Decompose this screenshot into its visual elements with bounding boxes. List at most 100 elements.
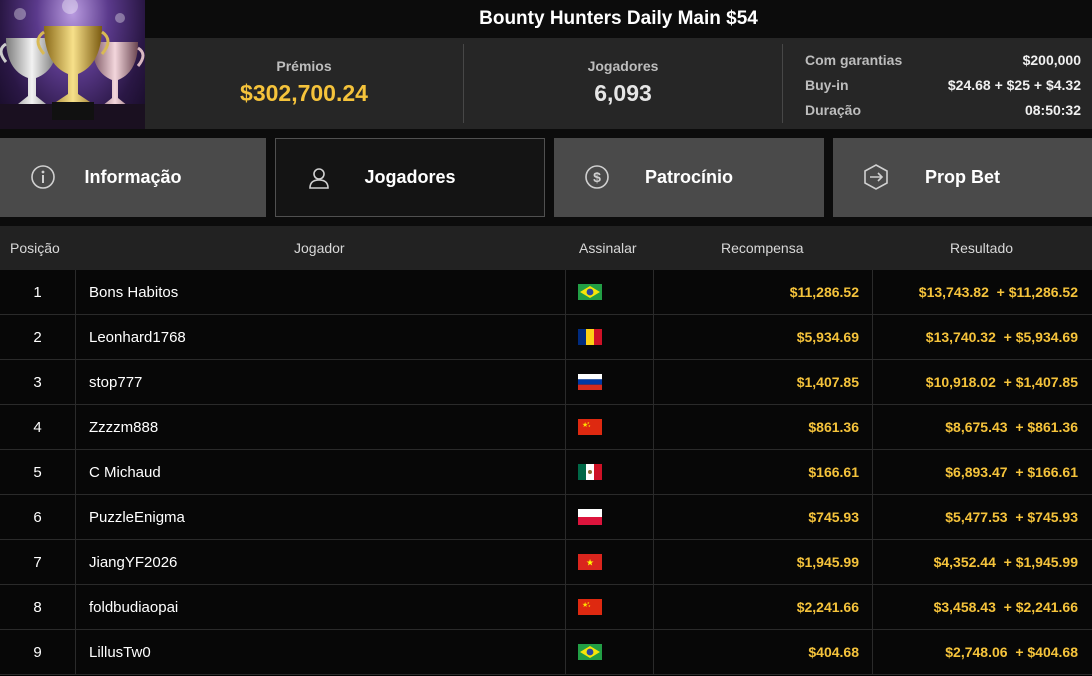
row-flag [578,630,602,674]
flag-mx-icon [578,464,602,480]
column-header-reward[interactable]: Recompensa [721,240,804,256]
table-row[interactable]: 2 Leonhard1768 $5,934.69 $13,740.32 + $5,93… [0,315,1092,360]
row-reward: $745.93 [808,509,859,525]
tab-patrocinio[interactable]: $ Patrocínio [554,138,824,217]
row-player-name[interactable]: JiangYF2026 [89,540,559,584]
stats-panel: Prémios $302,700.24 Jogadores 6,093 Com … [145,38,1092,129]
column-divider [75,450,76,494]
prop-bet-icon [864,164,888,190]
prizes-value: $302,700.24 [240,80,368,106]
row-reward: $11,286.52 [789,284,859,300]
column-divider [75,630,76,674]
row-reward: $2,241.66 [796,599,859,615]
tab-informacao[interactable]: Informação [0,138,266,217]
row-player-name[interactable]: stop777 [89,360,559,404]
tournament-header: Bounty Hunters Daily Main $54 Prémios $3… [0,0,1092,129]
row-result: $13,740.32 + $5,934.69 [925,329,1078,345]
row-result: $6,893.47 + $166.61 [945,464,1078,480]
row-flag: ★ [578,540,602,584]
column-divider [75,540,76,584]
column-header-position[interactable]: Posição [10,240,60,256]
row-result: $5,477.53 + $745.93 [945,509,1078,525]
row-result: $8,675.43 + $861.36 [945,419,1078,435]
column-divider [565,315,566,359]
table-row[interactable]: 1 Bons Habitos $11,286.52 $13,743.82 + $11,… [0,270,1092,315]
svg-text:★: ★ [588,424,591,428]
table-row[interactable]: 9 LillusTw0 $404.68 $2,748.06 + $404.68 [0,630,1092,675]
row-player-name[interactable]: C Michaud [89,450,559,494]
table-row[interactable]: 3 stop777 $1,407.85 $10,918.02 + $1,407.85 [0,360,1092,405]
row-result: $3,458.43 + $2,241.66 [933,599,1078,615]
players-label: Jogadores [587,58,659,74]
column-divider [75,315,76,359]
row-flag [578,315,602,359]
row-position: 3 [33,373,42,391]
row-position: 1 [33,283,42,301]
detail-value: 08:50:32 [1024,101,1081,118]
row-position: 7 [33,553,42,571]
row-result: $4,352.44 + $1,945.99 [933,554,1078,570]
row-flag: ★ ★ ★ [578,585,602,629]
table-row[interactable]: 6 PuzzleEnigma $745.93 $5,477.53 + $745.93 [0,495,1092,540]
row-position: 4 [33,418,42,436]
tab-jogadores[interactable]: Jogadores [275,138,545,217]
flag-ro-icon [578,329,602,345]
column-divider [75,495,76,539]
flag-cn-icon: ★★★ [578,599,602,615]
tournament-title: Bounty Hunters Daily Main $54 [145,0,1092,38]
trophy-icon [0,0,145,129]
flag-cn-icon: ★★★ [578,419,602,435]
prizes-stat: Prémios $302,700.24 [145,38,463,129]
row-player-name[interactable]: Zzzzm888 [89,405,559,449]
tab-bar: Informação Jogadores $ Patrocínio Prop B… [0,129,1092,226]
row-result: $13,743.82 + $11,286.52 [918,284,1078,300]
table-row[interactable]: 4 Zzzzm888 ★ ★ ★ $861.36 $8,675.43 + $861.36 [0,405,1092,450]
table-header: Posição Jogador Assinalar Recompensa Res… [0,226,1092,270]
row-position: 5 [33,463,42,481]
column-divider [565,585,566,629]
svg-text:★: ★ [588,604,591,608]
table-row[interactable]: 8 foldbudiaopai ★ ★ ★ $2,241.66 $3,458.43 + $2… [0,585,1092,630]
flag-br-icon [578,644,602,660]
flag-pl-icon [578,509,602,525]
table-row[interactable]: 5 C Michaud $166.61 $6,893.47 + $166.61 [0,450,1092,495]
row-position: 6 [33,508,42,526]
row-flag: ★ ★ ★ [578,405,602,449]
players-stat: Jogadores 6,093 [464,38,782,129]
detail-guarantee: Com garantias $200,000 [805,47,1081,72]
players-table: 1 Bons Habitos $11,286.52 $13,743.82 + $11,… [0,270,1092,675]
user-icon [309,168,329,189]
detail-label: Buy-in [805,76,849,93]
column-divider [75,360,76,404]
column-divider [75,270,76,314]
row-player-name[interactable]: PuzzleEnigma [89,495,559,539]
detail-duration: Duração 08:50:32 [805,97,1081,122]
column-header-result[interactable]: Resultado [950,240,1013,256]
row-position: 8 [33,598,42,616]
row-position: 2 [33,328,42,346]
column-header-player[interactable]: Jogador [294,240,345,256]
detail-label: Duração [805,101,862,118]
table-row[interactable]: 7 JiangYF2026 ★ $1,945.99 $4,352.44 + $1,945… [0,540,1092,585]
row-player-name[interactable]: Bons Habitos [89,270,559,314]
row-result: $2,748.06 + $404.68 [945,644,1078,660]
row-reward: $861.36 [808,419,859,435]
column-divider [565,630,566,674]
svg-text:★: ★ [586,559,594,569]
flag-ru-icon [578,374,602,390]
column-divider [565,270,566,314]
row-position: 9 [33,643,42,661]
trophy-image [0,0,145,129]
row-reward: $5,934.69 [796,329,859,345]
column-divider [565,450,566,494]
row-flag [578,450,602,494]
row-player-name[interactable]: Leonhard1768 [89,315,559,359]
row-flag [578,495,602,539]
tab-prop-bet[interactable]: Prop Bet [833,138,1092,217]
row-player-name[interactable]: LillusTw0 [89,630,559,674]
column-header-flag[interactable]: Assinalar [579,240,637,256]
players-value: 6,093 [594,80,652,106]
column-divider [565,540,566,584]
column-divider [565,360,566,404]
row-player-name[interactable]: foldbudiaopai [89,585,559,629]
